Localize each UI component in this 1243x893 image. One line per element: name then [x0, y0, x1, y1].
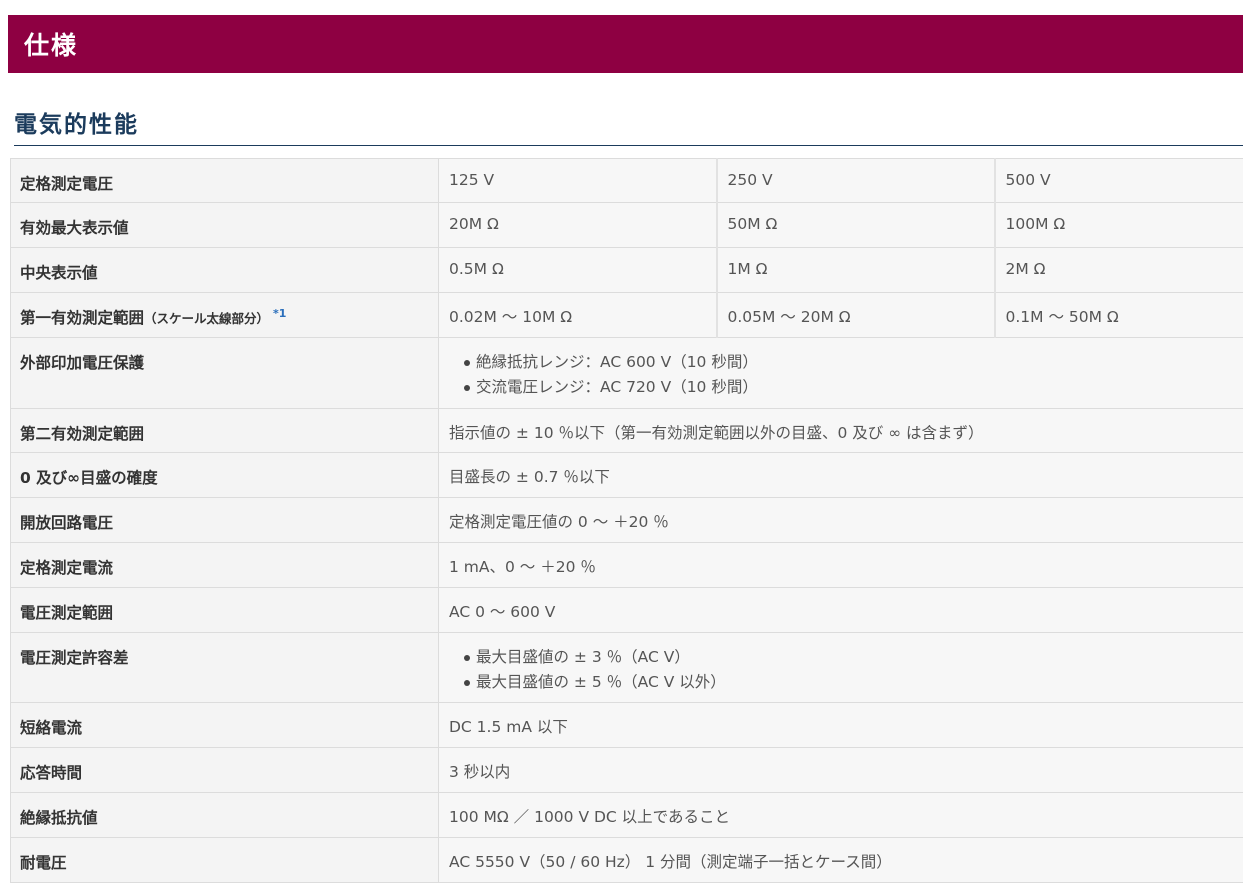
row-label: 応答時間 [10, 747, 439, 793]
row-label: 絶縁抵抗値 [10, 792, 439, 838]
footnote-link[interactable]: *1 [273, 307, 286, 320]
spec-table: 定格測定電圧 125 V 250 V 500 V 有効最大表示値 20M Ω 5… [10, 158, 1243, 883]
table-row: 電圧測定許容差 最大目盛値の ± 3 ％（AC V） 最大目盛値の ± 5 ％（… [10, 632, 1243, 703]
table-row: 短絡電流 DC 1.5 mA 以下 [10, 702, 1243, 748]
cell-value: 100 MΩ ／ 1000 V DC 以上であること [438, 792, 1243, 838]
table-row: 第二有効測定範囲 指示値の ± 10 ％以下（第一有効測定範囲以外の目盛、0 及… [10, 408, 1243, 453]
cell-value: 目盛長の ± 0.7 ％以下 [438, 452, 1243, 498]
list-item: 交流電圧レンジ：AC 720 V（10 秒間） [464, 375, 1236, 400]
row-label-note: （スケール太線部分） [144, 311, 270, 326]
section-header: 電気的性能 [14, 109, 1243, 146]
row-label: 第二有効測定範囲 [10, 408, 439, 453]
table-row: 開放回路電圧 定格測定電圧値の 0 〜 ＋20 ％ [10, 497, 1243, 543]
cell-value: AC 0 〜 600 V [438, 587, 1243, 633]
cell-value: 1 mA、0 〜 ＋20 ％ [438, 542, 1243, 588]
table-row: 0 及び∞目盛の確度 目盛長の ± 0.7 ％以下 [10, 452, 1243, 498]
row-label: 開放回路電圧 [10, 497, 439, 543]
table-row: 応答時間 3 秒以内 [10, 747, 1243, 793]
table-row: 外部印加電圧保護 絶縁抵抗レンジ：AC 600 V（10 秒間） 交流電圧レンジ… [10, 337, 1243, 409]
row-label: 耐電圧 [10, 837, 439, 883]
cell-value: 50M Ω [715, 202, 995, 248]
cell-value: DC 1.5 mA 以下 [438, 702, 1243, 748]
row-label: 第一有効測定範囲（スケール太線部分） *1 [10, 292, 439, 338]
cell-value: 0.05M 〜 20M Ω [715, 292, 995, 338]
list-item: 最大目盛値の ± 5 ％（AC V 以外） [464, 670, 1236, 695]
cell-value: 1M Ω [715, 247, 995, 293]
cell-value: 500 V [993, 158, 1243, 203]
bullet-list: 最大目盛値の ± 3 ％（AC V） 最大目盛値の ± 5 ％（AC V 以外） [449, 645, 1236, 695]
cell-value: 定格測定電圧値の 0 〜 ＋20 ％ [438, 497, 1243, 543]
cell-value: 100M Ω [993, 202, 1243, 248]
row-label: 短絡電流 [10, 702, 439, 748]
cell-value: 20M Ω [438, 202, 717, 248]
cell-value: 0.02M 〜 10M Ω [438, 292, 717, 338]
page-title: 仕様 [24, 31, 79, 60]
cell-value: 0.1M 〜 50M Ω [993, 292, 1243, 338]
table-row: 有効最大表示値 20M Ω 50M Ω 100M Ω [10, 202, 1243, 248]
table-row: 定格測定電流 1 mA、0 〜 ＋20 ％ [10, 542, 1243, 588]
bullet-list: 絶縁抵抗レンジ：AC 600 V（10 秒間） 交流電圧レンジ：AC 720 V… [449, 350, 1236, 400]
page-title-bar: 仕様 [8, 15, 1243, 73]
row-label: 有効最大表示値 [10, 202, 439, 248]
row-label: 0 及び∞目盛の確度 [10, 452, 439, 498]
cell-value: 絶縁抵抗レンジ：AC 600 V（10 秒間） 交流電圧レンジ：AC 720 V… [438, 337, 1243, 409]
table-row: 中央表示値 0.5M Ω 1M Ω 2M Ω [10, 247, 1243, 293]
row-label: 電圧測定許容差 [10, 632, 439, 703]
table-row: 絶縁抵抗値 100 MΩ ／ 1000 V DC 以上であること [10, 792, 1243, 838]
cell-value: 指示値の ± 10 ％以下（第一有効測定範囲以外の目盛、0 及び ∞ は含まず） [438, 408, 1243, 453]
list-item: 絶縁抵抗レンジ：AC 600 V（10 秒間） [464, 350, 1236, 375]
cell-value: 250 V [715, 158, 995, 203]
row-label: 電圧測定範囲 [10, 587, 439, 633]
cell-value: 2M Ω [993, 247, 1243, 293]
table-row: 電圧測定範囲 AC 0 〜 600 V [10, 587, 1243, 633]
list-item: 最大目盛値の ± 3 ％（AC V） [464, 645, 1236, 670]
cell-value: 最大目盛値の ± 3 ％（AC V） 最大目盛値の ± 5 ％（AC V 以外） [438, 632, 1243, 703]
cell-value: AC 5550 V（50 / 60 Hz） 1 分間（測定端子一括とケース間） [438, 837, 1243, 883]
row-label: 外部印加電圧保護 [10, 337, 439, 409]
table-row: 耐電圧 AC 5550 V（50 / 60 Hz） 1 分間（測定端子一括とケー… [10, 837, 1243, 883]
row-label: 中央表示値 [10, 247, 439, 293]
row-label: 定格測定電流 [10, 542, 439, 588]
cell-value: 0.5M Ω [438, 247, 717, 293]
row-label-text: 第一有効測定範囲 [20, 309, 145, 327]
table-row: 定格測定電圧 125 V 250 V 500 V [10, 158, 1243, 203]
cell-value: 3 秒以内 [438, 747, 1243, 793]
row-label: 定格測定電圧 [10, 158, 439, 203]
table-row: 第一有効測定範囲（スケール太線部分） *1 0.02M 〜 10M Ω 0.05M… [10, 292, 1243, 338]
cell-value: 125 V [438, 158, 717, 203]
section-title: 電気的性能 [14, 112, 139, 138]
